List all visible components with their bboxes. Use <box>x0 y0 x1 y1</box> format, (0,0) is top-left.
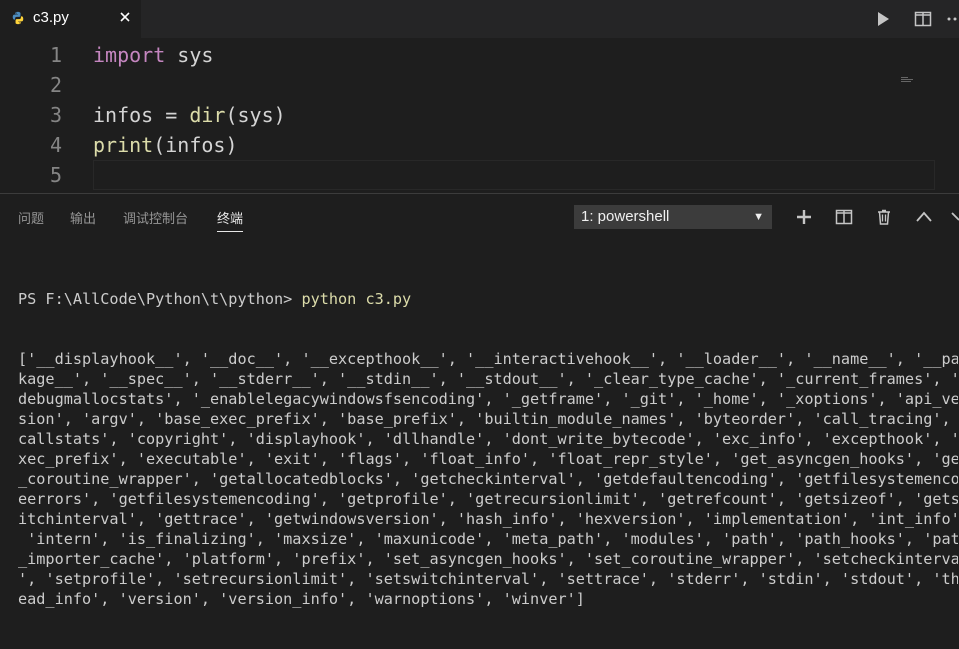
terminal-select[interactable]: 1: powershell ▼ <box>574 205 772 229</box>
code-text: infos = dir(sys) <box>93 100 286 130</box>
terminal-output-line: xec_prefix', 'executable', 'exit', 'flag… <box>18 450 958 468</box>
code-line[interactable]: 5 <box>0 160 959 190</box>
terminal-output-line: callstats', 'copyright', 'displayhook', … <box>18 430 958 448</box>
close-icon[interactable] <box>951 208 959 226</box>
code-line[interactable]: 2 <box>0 70 959 100</box>
split-editor-icon[interactable] <box>914 10 932 28</box>
chevron-down-icon: ▼ <box>753 211 764 223</box>
code-text: import sys <box>93 40 213 70</box>
line-number: 2 <box>49 73 62 97</box>
close-icon[interactable] <box>117 9 133 25</box>
editor-tab-bar: c3.py <box>0 0 959 38</box>
split-terminal-icon[interactable] <box>835 208 853 226</box>
terminal-prompt-line: PS F:\AllCode\Python\t\python> python c3… <box>18 289 958 309</box>
code-token: print <box>93 133 154 157</box>
panel-tab-output[interactable]: 输出 <box>70 208 96 227</box>
code-token: sys <box>165 43 214 67</box>
terminal-output-line: ', 'setprofile', 'setrecursionlimit', 's… <box>18 570 958 588</box>
python-file-icon <box>12 11 24 25</box>
terminal-command: python c3.py <box>301 290 412 308</box>
terminal-output-line: eerrors', 'getfilesystemencoding', 'getp… <box>18 490 958 508</box>
terminal-output-line: sion', 'argv', 'base_exec_prefix', 'base… <box>18 410 958 428</box>
trash-icon[interactable] <box>875 208 893 226</box>
tab-filename: c3.py <box>33 9 69 26</box>
terminal-prompt: PS F:\AllCode\Python\t\python> <box>18 290 302 308</box>
panel-tab-terminal[interactable]: 终端 <box>217 208 244 232</box>
code-text: print(infos) <box>93 130 238 160</box>
code-line[interactable]: 1 import sys <box>0 40 959 70</box>
maximize-icon[interactable] <box>915 208 933 226</box>
panel-tab-problems[interactable]: 问题 <box>18 208 44 227</box>
bottom-panel: 问题 输出 调试控制台 终端 1: powershell ▼ PS F:\All… <box>0 193 959 608</box>
code-editor[interactable]: 1 import sys 2 3 infos = dir(sys) 4 print(info… <box>0 38 959 190</box>
terminal-output-line: debugmallocstats', '_enablelegacywindows… <box>18 390 958 408</box>
add-icon[interactable] <box>795 208 813 226</box>
terminal-output[interactable]: PS F:\AllCode\Python\t\python> python c3… <box>18 249 958 649</box>
terminal-output-line: ead_info', 'version', 'version_info', 'w… <box>18 590 585 608</box>
terminal-output-line: kage__', '__spec__', '__stderr__', '__st… <box>18 370 958 388</box>
panel-tab-debug-console[interactable]: 调试控制台 <box>123 208 188 227</box>
code-token: dir <box>189 103 226 127</box>
code-token: import <box>93 43 166 67</box>
line-number: 4 <box>49 133 62 157</box>
terminal-output-line: itchinterval', 'gettrace', 'getwindowsve… <box>18 510 958 528</box>
line-number: 1 <box>49 43 62 67</box>
line-number: 5 <box>49 163 62 187</box>
terminal-output-line: _importer_cache', 'platform', 'prefix', … <box>18 550 958 568</box>
code-token: (infos) <box>153 133 238 157</box>
terminal-output-line: _coroutine_wrapper', 'getallocatedblocks… <box>18 470 958 488</box>
more-icon[interactable] <box>945 10 959 28</box>
play-icon[interactable] <box>874 10 892 28</box>
terminal-select-value: 1: powershell <box>581 208 670 225</box>
code-line[interactable]: 3 infos = dir(sys) <box>0 100 959 130</box>
code-token: infos = <box>93 103 190 127</box>
code-token: (sys) <box>225 103 286 127</box>
code-line[interactable]: 4 print(infos) <box>0 130 959 160</box>
minimap <box>901 77 913 82</box>
editor-tab-c3-py[interactable]: c3.py <box>0 0 141 38</box>
line-number: 3 <box>49 103 62 127</box>
terminal-output-line: ['__displayhook__', '__doc__', '__except… <box>18 350 958 368</box>
terminal-output-line: 'intern', 'is_finalizing', 'maxsize', 'm… <box>18 530 958 548</box>
